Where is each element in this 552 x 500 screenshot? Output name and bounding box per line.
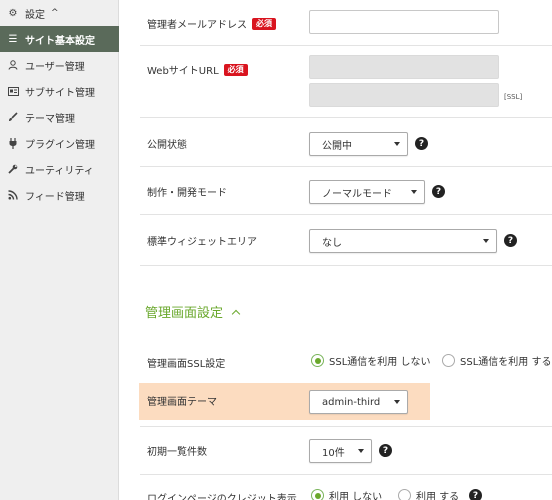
widget-area-select-value: なし bbox=[322, 237, 342, 249]
id-card-icon bbox=[7, 86, 19, 96]
credit-on-radio[interactable]: 利用 する bbox=[398, 488, 459, 500]
radio-selected-icon bbox=[311, 489, 324, 500]
status-select-value: 公開中 bbox=[322, 140, 352, 152]
sidebar-item-label: フィード管理 bbox=[25, 191, 85, 203]
sidebar-item-plugins[interactable]: プラグイン管理 bbox=[0, 130, 119, 156]
mode-label: 制作・開発モード bbox=[147, 188, 227, 199]
sidebar: ⚙ 設定 ^ ☰ サイト基本設定 ユーザー管理 サブサイト管理 テーマ管理 プラ… bbox=[0, 0, 119, 500]
chevron-up-icon: ^ bbox=[51, 8, 59, 18]
sidebar-item-label: ユーティリティ bbox=[25, 165, 94, 177]
sidebar-item-label: プラグイン管理 bbox=[25, 139, 95, 151]
admin-theme-label: 管理画面テーマ bbox=[147, 397, 217, 408]
help-icon[interactable]: ? bbox=[504, 234, 517, 247]
caret-down-icon bbox=[394, 142, 400, 146]
status-label: 公開状態 bbox=[147, 140, 187, 151]
sidebar-item-subsites[interactable]: サブサイト管理 bbox=[0, 78, 119, 104]
site-url-label: WebサイトURL 必須 bbox=[147, 62, 248, 77]
sidebar-item-site-settings[interactable]: ☰ サイト基本設定 bbox=[0, 26, 119, 52]
sidebar-item-label: テーマ管理 bbox=[25, 113, 75, 125]
sidebar-header-label: 設定 bbox=[25, 9, 45, 21]
widget-area-select[interactable]: なし bbox=[309, 229, 497, 253]
widget-area-label: 標準ウィジェットエリア bbox=[147, 237, 257, 248]
caret-down-icon bbox=[358, 449, 364, 453]
site-url-ssl-input bbox=[309, 83, 499, 107]
list-icon: ☰ bbox=[8, 33, 18, 45]
radio-selected-icon bbox=[311, 354, 324, 367]
mode-select-value: ノーマルモード bbox=[322, 188, 392, 200]
ssl-on-radio-label: SSL通信を利用 する bbox=[460, 357, 552, 368]
row-divider bbox=[140, 45, 552, 46]
mode-select[interactable]: ノーマルモード bbox=[309, 180, 425, 204]
sidebar-item-label: サブサイト管理 bbox=[25, 87, 95, 99]
admin-settings-section-title[interactable]: 管理画面設定 bbox=[145, 302, 241, 321]
row-divider bbox=[140, 265, 552, 266]
brush-icon bbox=[7, 112, 19, 122]
status-select[interactable]: 公開中 bbox=[309, 132, 408, 156]
ssl-off-radio-label: SSL通信を利用 しない bbox=[329, 357, 431, 368]
caret-down-icon bbox=[411, 190, 417, 194]
row-divider bbox=[140, 117, 552, 118]
row-divider bbox=[140, 166, 552, 167]
admin-theme-select[interactable]: admin-third bbox=[309, 390, 408, 414]
site-url-label-text: WebサイトURL bbox=[147, 66, 219, 77]
sidebar-item-users[interactable]: ユーザー管理 bbox=[0, 52, 119, 78]
caret-down-icon bbox=[394, 400, 400, 404]
plug-icon bbox=[7, 137, 19, 149]
required-badge: 必須 bbox=[223, 63, 248, 76]
sidebar-item-feeds[interactable]: フィード管理 bbox=[0, 182, 119, 208]
admin-theme-select-value: admin-third bbox=[322, 396, 381, 408]
caret-down-icon bbox=[483, 239, 489, 243]
sidebar-item-utilities[interactable]: ユーティリティ bbox=[0, 156, 119, 182]
row-divider bbox=[140, 426, 552, 427]
required-badge: 必須 bbox=[252, 17, 276, 30]
ssl-on-radio[interactable]: SSL通信を利用 する bbox=[442, 353, 551, 368]
help-icon[interactable]: ? bbox=[432, 185, 445, 198]
admin-ssl-label: 管理画面SSL設定 bbox=[147, 359, 226, 370]
sidebar-item-label: ユーザー管理 bbox=[25, 61, 85, 73]
chevron-up-icon bbox=[231, 309, 241, 318]
ssl-tag: [SSL] bbox=[504, 93, 523, 101]
sidebar-item-label: サイト基本設定 bbox=[25, 35, 95, 47]
row-divider bbox=[140, 474, 552, 475]
credit-off-radio-label: 利用 しない bbox=[329, 492, 383, 500]
sidebar-item-themes[interactable]: テーマ管理 bbox=[0, 104, 119, 130]
rss-icon bbox=[7, 190, 19, 200]
admin-email-input[interactable] bbox=[309, 10, 499, 34]
radio-unselected-icon bbox=[442, 354, 455, 367]
section-title-text: 管理画面設定 bbox=[145, 306, 224, 321]
ssl-off-radio[interactable]: SSL通信を利用 しない bbox=[311, 353, 430, 368]
gear-icon: ⚙ bbox=[8, 7, 18, 19]
admin-email-label: 管理者メールアドレス 必須 bbox=[147, 16, 276, 31]
site-url-input bbox=[309, 55, 499, 79]
wrench-icon bbox=[7, 164, 19, 174]
credit-on-radio-label: 利用 する bbox=[416, 492, 460, 500]
radio-unselected-icon bbox=[398, 489, 411, 500]
credit-off-radio[interactable]: 利用 しない bbox=[311, 488, 382, 500]
list-count-select[interactable]: 10件 bbox=[309, 439, 372, 463]
admin-email-label-text: 管理者メールアドレス bbox=[147, 20, 247, 31]
list-count-select-value: 10件 bbox=[322, 447, 345, 459]
user-icon bbox=[7, 60, 19, 70]
sidebar-header-settings[interactable]: ⚙ 設定 ^ bbox=[0, 0, 119, 26]
help-icon[interactable]: ? bbox=[469, 489, 482, 500]
help-icon[interactable]: ? bbox=[379, 444, 392, 457]
row-divider bbox=[140, 214, 552, 215]
help-icon[interactable]: ? bbox=[415, 137, 428, 150]
credit-label: ログインページのクレジット表示 bbox=[147, 494, 297, 500]
list-count-label: 初期一覧件数 bbox=[147, 447, 207, 458]
